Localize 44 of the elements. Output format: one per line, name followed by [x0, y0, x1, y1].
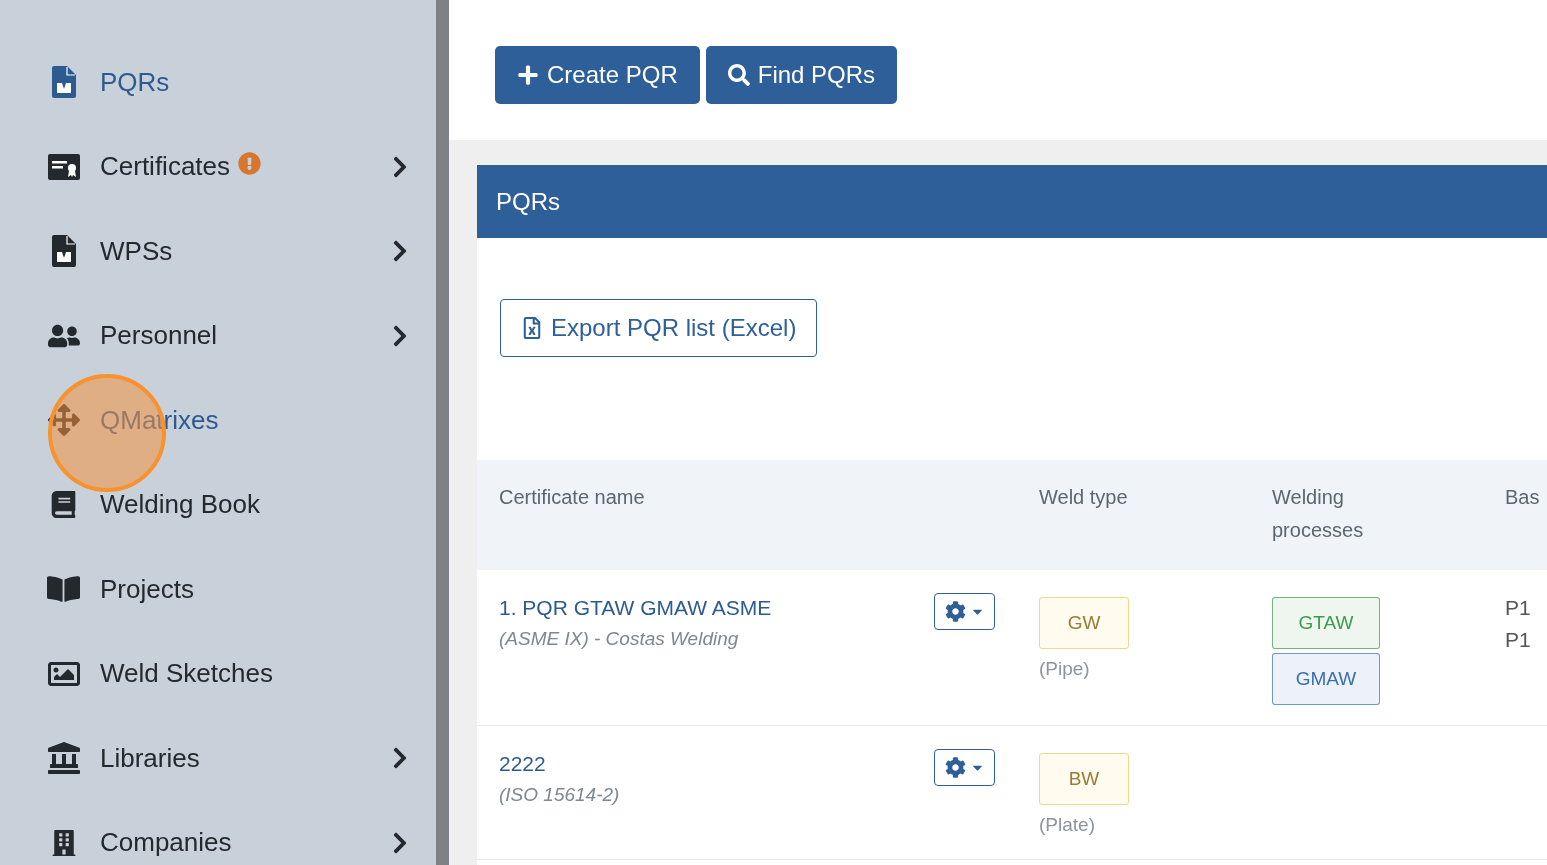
weld-type-tag: GW: [1039, 597, 1129, 649]
pqr-name-link[interactable]: 1. PQR GTAW GMAW ASME: [499, 594, 772, 622]
move-arrows-icon: [47, 404, 80, 437]
search-icon: [727, 64, 750, 86]
weld-type-note: (Pipe): [1039, 657, 1090, 681]
base-material-text: P1: [1505, 627, 1531, 653]
document-icon: [51, 235, 76, 268]
pqr-name-link[interactable]: 2222: [499, 750, 546, 778]
export-button[interactable]: Export PQR list (Excel): [500, 299, 818, 357]
document-icon: [51, 66, 76, 99]
sidebar-item[interactable]: Libraries: [0, 716, 436, 801]
weld-type-tag: BW: [1039, 753, 1129, 805]
settings-icon: [944, 601, 966, 622]
process-tag: GMAW: [1272, 653, 1380, 705]
sidebar-item[interactable]: Personnel: [0, 293, 436, 378]
certificate-icon: [47, 153, 80, 180]
column-header: Certificate name: [477, 460, 1017, 570]
sidebar-item[interactable]: Projects: [0, 547, 436, 632]
settings-dropdown-button[interactable]: [934, 749, 995, 786]
scrollbar[interactable]: [436, 0, 449, 865]
sidebar-item[interactable]: Welding Book: [0, 462, 436, 547]
spreadsheet-file-icon: [521, 317, 543, 339]
weld-type-note: (Plate): [1039, 813, 1095, 837]
pqr-standard-text: (ASME IX) - Costas Welding: [499, 627, 739, 651]
building-icon: [50, 829, 77, 856]
sidebar-item[interactable]: Companies: [0, 800, 436, 865]
find-button[interactable]: Find PQRs: [705, 46, 898, 104]
create-button[interactable]: Create PQR: [495, 46, 700, 104]
sidebar-item[interactable]: PQRs: [0, 40, 436, 125]
column-header: Weld type: [1017, 460, 1250, 570]
sidebar-item[interactable]: WPSs: [0, 209, 436, 294]
settings-dropdown-button[interactable]: [934, 593, 995, 630]
panel-title: PQRs: [496, 187, 560, 216]
plus-icon: [517, 64, 539, 86]
base-material-text: P1: [1505, 595, 1531, 621]
settings-icon: [944, 757, 966, 778]
process-tag: GTAW: [1272, 597, 1380, 649]
sidebar-item[interactable]: Certificates: [0, 124, 436, 209]
book-icon: [50, 491, 77, 519]
column-header: Welding processes: [1250, 460, 1483, 570]
pqr-standard-text: (ISO 15614-2): [499, 783, 620, 807]
sidebar-item[interactable]: Weld Sketches: [0, 631, 436, 716]
column-header: Bas: [1483, 460, 1547, 570]
columned-building-icon: [47, 742, 80, 775]
